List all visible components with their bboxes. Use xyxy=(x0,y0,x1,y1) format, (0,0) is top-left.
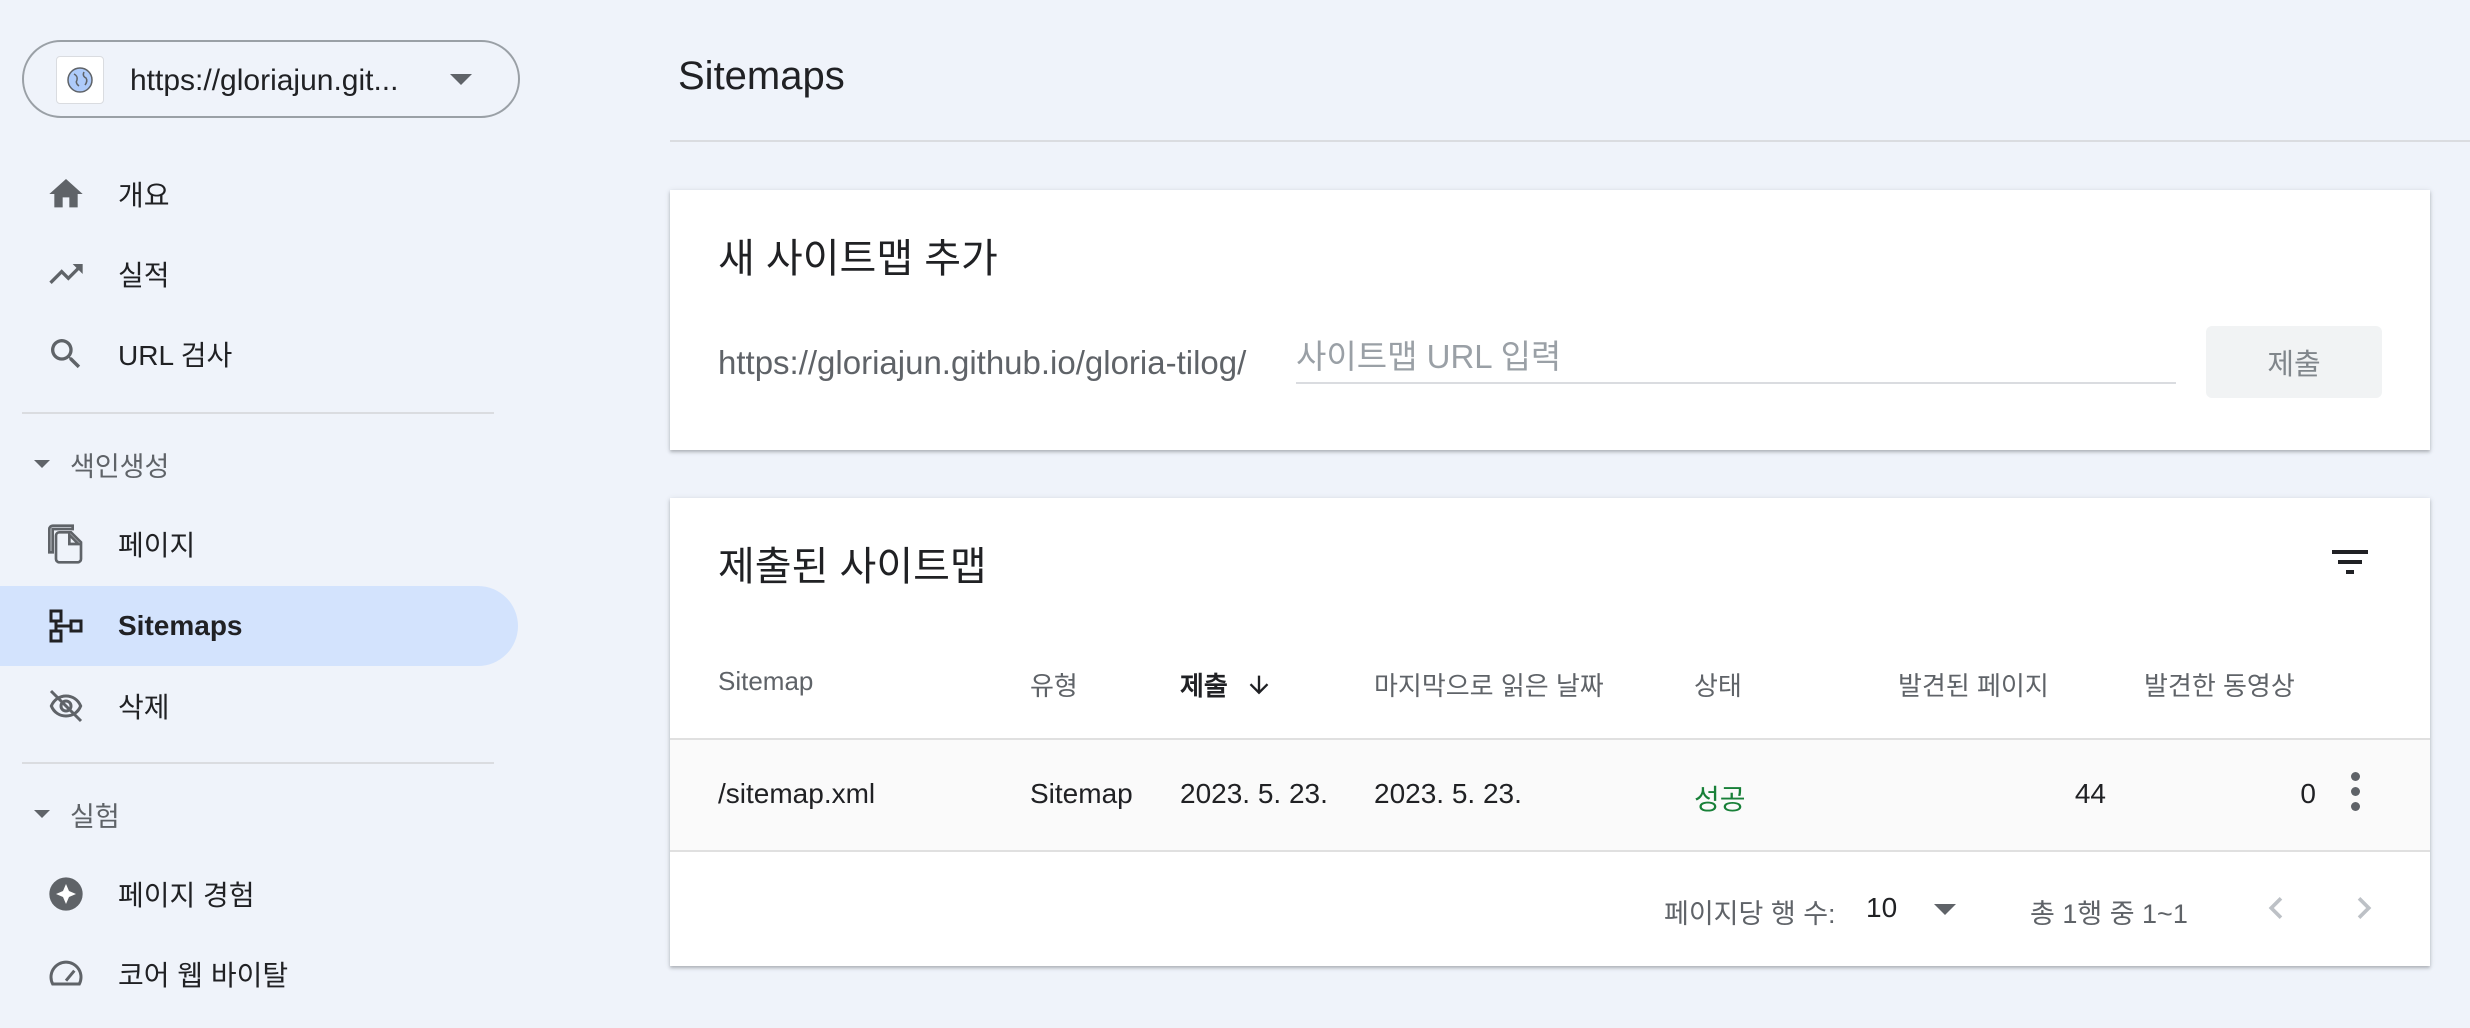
filter-icon[interactable] xyxy=(2326,538,2374,586)
chevron-right-icon[interactable] xyxy=(2342,886,2386,930)
column-header-status[interactable]: 상태 xyxy=(1694,666,1742,703)
submitted-sitemaps-card: 제출된 사이트맵 Sitemap 유형 제출 마지막으로 읽은 날짜 상태 발견… xyxy=(670,498,2430,966)
rows-per-page-value: 10 xyxy=(1866,892,1898,923)
sitemap-icon xyxy=(46,606,86,646)
trending-up-icon xyxy=(46,254,86,294)
sidebar-item-label: Sitemaps xyxy=(118,610,243,641)
column-header-discovered-pages[interactable]: 발견된 페이지 xyxy=(1898,666,2049,703)
status-badge: 성공 xyxy=(1694,784,1746,815)
globe-icon xyxy=(56,56,104,104)
section-experimental[interactable]: 실험 xyxy=(0,784,400,844)
search-icon xyxy=(46,334,86,374)
sidebar-divider xyxy=(22,762,494,764)
page-experience-icon xyxy=(46,874,86,914)
sidebar-item-label: 페이지 xyxy=(118,530,196,561)
sidebar-item-url-inspection[interactable]: URL 검사 xyxy=(0,314,518,394)
property-selector[interactable]: https://gloriajun.git... xyxy=(22,40,520,118)
sidebar-item-label: URL 검사 xyxy=(118,340,233,371)
sidebar: https://gloriajun.git... 개요 실적 URL 검사 색인… xyxy=(0,0,540,1028)
more-vert-icon[interactable] xyxy=(2340,768,2370,820)
sidebar-item-label: 실적 xyxy=(118,260,170,291)
arrow-downward-icon xyxy=(1245,671,1273,706)
property-url: https://gloriajun.git... xyxy=(130,64,399,97)
cell-sitemap: /sitemap.xml xyxy=(718,778,876,809)
sidebar-item-label: 페이지 경험 xyxy=(118,880,255,911)
rows-per-page-select[interactable]: 10 xyxy=(1866,884,1976,934)
cell-last-read: 2023. 5. 23. xyxy=(1374,778,1522,809)
sidebar-item-overview[interactable]: 개요 xyxy=(0,154,518,234)
sidebar-item-core-web-vitals[interactable]: 코어 웹 바이탈 xyxy=(0,934,518,1014)
cell-submitted: 2023. 5. 23. xyxy=(1180,778,1328,809)
title-divider xyxy=(670,140,2470,142)
column-header-label: 제출 xyxy=(1180,671,1228,701)
visibility-off-icon xyxy=(46,686,86,726)
caret-down-icon xyxy=(34,810,50,818)
column-header-last-read[interactable]: 마지막으로 읽은 날짜 xyxy=(1374,666,1604,703)
sidebar-item-label: 코어 웹 바이탈 xyxy=(118,960,289,991)
page-title: Sitemaps xyxy=(678,54,845,98)
table-row[interactable]: /sitemap.xml Sitemap 2023. 5. 23. 2023. … xyxy=(670,740,2430,850)
card-title: 제출된 사이트맵 xyxy=(718,545,987,589)
section-indexing[interactable]: 색인생성 xyxy=(0,434,400,494)
column-header-sitemap[interactable]: Sitemap xyxy=(718,666,813,697)
home-icon xyxy=(46,174,86,214)
speed-gauge-icon xyxy=(46,954,86,994)
column-header-submitted[interactable]: 제출 xyxy=(1180,666,1273,706)
sidebar-item-sitemaps[interactable]: Sitemaps xyxy=(0,586,518,666)
cell-type: Sitemap xyxy=(1030,778,1133,809)
url-prefix: https://gloriajun.github.io/gloria-tilog… xyxy=(718,344,1247,381)
sidebar-item-pages[interactable]: 페이지 xyxy=(0,504,518,584)
chevron-down-icon xyxy=(450,74,472,85)
chevron-left-icon[interactable] xyxy=(2254,886,2298,930)
row-divider xyxy=(670,850,2430,852)
sidebar-item-removals[interactable]: 삭제 xyxy=(0,666,518,746)
card-title: 새 사이트맵 추가 xyxy=(718,237,998,281)
sidebar-item-label: 개요 xyxy=(118,180,170,211)
sitemap-url-input[interactable] xyxy=(1296,336,2176,384)
section-label: 색인생성 xyxy=(70,451,170,482)
column-header-type[interactable]: 유형 xyxy=(1030,666,1078,703)
cell-videos: 0 xyxy=(2300,778,2316,809)
chevron-down-icon xyxy=(1934,904,1956,915)
sidebar-item-performance[interactable]: 실적 xyxy=(0,234,518,314)
cell-pages: 44 xyxy=(2074,778,2106,809)
pagination-range: 총 1행 중 1~1 xyxy=(2030,899,2188,929)
sidebar-divider xyxy=(22,412,494,414)
caret-down-icon xyxy=(34,460,50,468)
sidebar-item-page-experience[interactable]: 페이지 경험 xyxy=(0,854,518,934)
add-sitemap-card: 새 사이트맵 추가 https://gloriajun.github.io/gl… xyxy=(670,190,2430,450)
submit-button[interactable]: 제출 xyxy=(2206,326,2382,398)
sidebar-item-label: 삭제 xyxy=(118,692,170,723)
rows-per-page-label: 페이지당 행 수: xyxy=(1664,899,1836,929)
column-header-discovered-videos[interactable]: 발견한 동영상 xyxy=(2144,666,2295,703)
section-label: 실험 xyxy=(70,801,120,832)
pages-icon xyxy=(46,524,86,564)
